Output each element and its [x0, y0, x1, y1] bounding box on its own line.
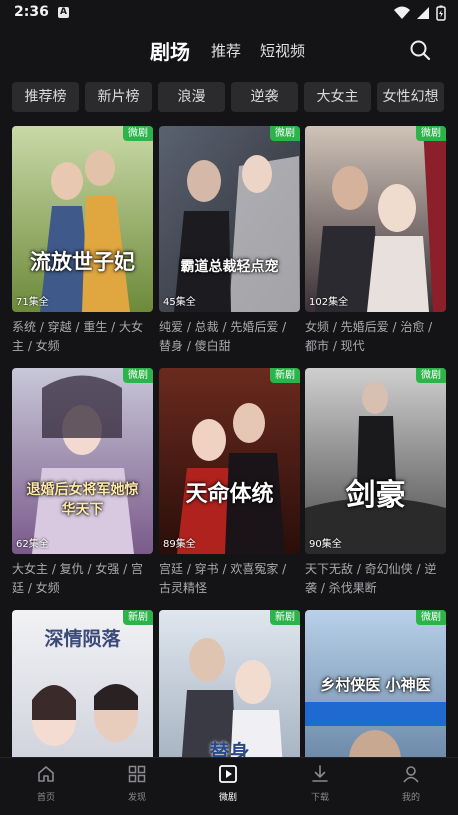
tab-recommend[interactable]: 推荐 — [211, 40, 241, 61]
chip-category[interactable]: 女性幻想 — [377, 82, 444, 112]
drama-poster[interactable]: 微剧 102集全 — [305, 126, 446, 312]
chip-category[interactable]: 逆袭 — [231, 82, 298, 112]
drama-card[interactable]: 流放世子妃 微剧 71集全 系统 / 穿越 / 重生 / 大女主 / 女频 — [12, 126, 153, 356]
episode-count: 45集全 — [163, 297, 196, 308]
signal-icon — [417, 7, 429, 19]
drama-poster[interactable]: 流放世子妃 微剧 71集全 — [12, 126, 153, 312]
poster-title-art: 天命体统 — [185, 481, 274, 507]
battery-icon — [436, 5, 446, 21]
poster-image — [12, 368, 153, 554]
poster-image — [12, 126, 153, 312]
drama-badge: 微剧 — [270, 126, 300, 141]
nav-download[interactable]: 下载 — [290, 764, 350, 803]
drama-tags: 纯爱 / 总裁 / 先婚后爱 / 替身 / 傻白甜 — [159, 320, 287, 353]
poster-title-art: 流放世子妃 — [30, 249, 135, 274]
drama-card[interactable]: 霸道总裁轻点宠 微剧 45集全 纯爱 / 总裁 / 先婚后爱 / 替身 / 傻白… — [159, 126, 300, 356]
drama-poster[interactable]: 剑豪 微剧 90集全 — [305, 368, 446, 554]
episode-count: 89集全 — [163, 539, 196, 550]
download-icon — [312, 765, 328, 782]
episode-count: 102集全 — [309, 297, 349, 308]
status-icons — [394, 5, 446, 21]
poster-title-art: 退婚后女将军她惊华天下 — [26, 482, 139, 518]
drama-badge: 微剧 — [416, 610, 446, 625]
nav-label: 发现 — [127, 793, 146, 803]
drama-badge: 新剧 — [270, 610, 300, 625]
poster-title-art: 深情陨落 — [44, 628, 121, 650]
poster-image — [305, 126, 446, 312]
wifi-icon — [394, 6, 410, 19]
nav-discover[interactable]: 发现 — [107, 764, 167, 803]
drama-tags: 大女主 / 复仇 / 女强 / 宫廷 / 女频 — [12, 562, 144, 595]
grid-icon — [128, 765, 146, 783]
status-time: 2:36 — [14, 4, 49, 20]
nav-micro-drama[interactable]: 微剧 — [198, 764, 258, 803]
status-bar: 2:36 A — [0, 0, 458, 26]
play-icon — [219, 765, 237, 783]
drama-poster[interactable]: 霸道总裁轻点宠 微剧 45集全 — [159, 126, 300, 312]
drama-badge: 微剧 — [123, 126, 153, 141]
episode-count: 71集全 — [16, 297, 49, 308]
poster-image — [159, 368, 300, 554]
drama-card[interactable]: 微剧 102集全 女频 / 先婚后爱 / 治愈 / 都市 / 现代 — [305, 126, 446, 356]
nav-home[interactable]: 首页 — [16, 764, 76, 803]
search-icon[interactable] — [408, 38, 432, 62]
home-icon — [38, 766, 54, 782]
drama-poster[interactable]: 退婚后女将军她惊华天下 微剧 62集全 — [12, 368, 153, 554]
nav-label: 我的 — [401, 793, 420, 803]
poster-title-art: 霸道总裁轻点宠 — [180, 259, 279, 275]
poster-image — [159, 126, 300, 312]
chip-category[interactable]: 新片榜 — [85, 82, 152, 112]
drama-card[interactable]: 剑豪 微剧 90集全 天下无敌 / 奇幻仙侠 / 逆袭 / 杀伐果断 — [305, 368, 446, 598]
drama-badge: 微剧 — [416, 126, 446, 141]
drama-tags: 系统 / 穿越 / 重生 / 大女主 / 女频 — [12, 320, 144, 353]
drama-card[interactable]: 天命体统 新剧 89集全 宫廷 / 穿书 / 欢喜冤家 / 古灵精怪 — [159, 368, 300, 598]
drama-tags: 宫廷 / 穿书 / 欢喜冤家 / 古灵精怪 — [159, 562, 287, 595]
drama-badge: 微剧 — [416, 368, 446, 383]
top-tab-bar: 剧场 推荐 短视频 — [0, 28, 458, 72]
nav-label: 首页 — [36, 793, 55, 803]
episode-count: 90集全 — [309, 539, 342, 550]
episode-count: 62集全 — [16, 539, 49, 550]
notification-icon: A — [58, 7, 69, 18]
drama-poster[interactable]: 天命体统 新剧 89集全 — [159, 368, 300, 554]
category-chip-row: 推荐榜 新片榜 浪漫 逆袭 大女主 女性幻想 — [12, 82, 458, 114]
poster-title-art: 乡村侠医 小神医 — [320, 676, 431, 694]
poster-image — [305, 368, 446, 554]
tab-short-video[interactable]: 短视频 — [260, 40, 305, 61]
chip-category[interactable]: 推荐榜 — [12, 82, 79, 112]
drama-badge: 微剧 — [123, 368, 153, 383]
poster-title-art: 剑豪 — [345, 478, 406, 513]
bottom-nav: 首页 发现 微剧 下载 我的 — [0, 757, 458, 815]
tab-theater[interactable]: 剧场 — [150, 36, 190, 65]
nav-label: 微剧 — [218, 793, 237, 803]
nav-profile[interactable]: 我的 — [381, 764, 441, 803]
drama-tags: 女频 / 先婚后爱 / 治愈 / 都市 / 现代 — [305, 320, 433, 353]
drama-tags: 天下无敌 / 奇幻仙侠 / 逆袭 / 杀伐果断 — [305, 562, 437, 595]
drama-card[interactable]: 退婚后女将军她惊华天下 微剧 62集全 大女主 / 复仇 / 女强 / 宫廷 /… — [12, 368, 153, 598]
chip-category[interactable]: 大女主 — [304, 82, 371, 112]
chip-category[interactable]: 浪漫 — [158, 82, 225, 112]
person-icon — [403, 766, 419, 783]
nav-label: 下载 — [310, 793, 329, 803]
drama-badge: 新剧 — [123, 610, 153, 625]
drama-badge: 新剧 — [270, 368, 300, 383]
